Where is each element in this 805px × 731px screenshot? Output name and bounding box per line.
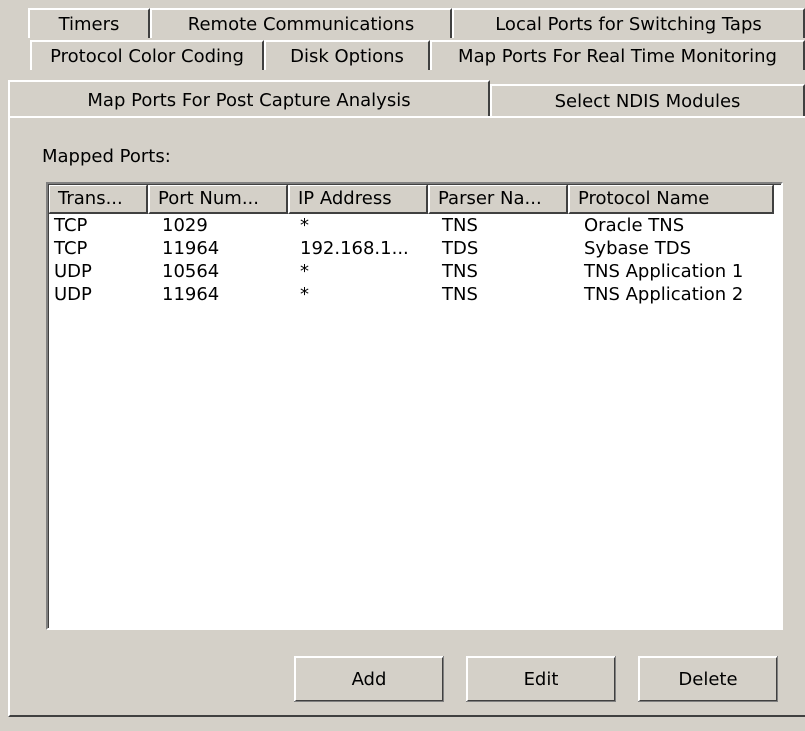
column-header-transport[interactable]: Trans... [48, 184, 148, 214]
column-header-protocol-name[interactable]: Protocol Name [568, 184, 774, 214]
cell-transport: UDP [54, 261, 92, 282]
cell-transport: UDP [54, 284, 92, 305]
cell-ip-address: * [300, 284, 309, 305]
tab-row-2: Protocol Color Coding Disk Options Map P… [0, 40, 805, 70]
tab-row-3: Map Ports For Post Capture Analysis Sele… [0, 80, 805, 118]
delete-button[interactable]: Delete [638, 656, 778, 702]
tab-row-1: Timers Remote Communications Local Ports… [0, 8, 805, 38]
tab-protocol-color-coding[interactable]: Protocol Color Coding [30, 40, 264, 70]
tab-remote-communications[interactable]: Remote Communications [150, 8, 452, 38]
tab-timers[interactable]: Timers [28, 8, 150, 38]
cell-protocol-name: Sybase TDS [584, 238, 691, 259]
cell-protocol-name: TNS Application 1 [584, 261, 744, 282]
cell-parser-name: TNS [442, 261, 478, 282]
cell-protocol-name: TNS Application 2 [584, 284, 744, 305]
mapped-ports-list[interactable]: Trans... Port Num... IP Address Parser N… [46, 182, 783, 630]
cell-parser-name: TNS [442, 215, 478, 236]
cell-protocol-name: Oracle TNS [584, 215, 685, 236]
column-header-parser-name[interactable]: Parser Na... [428, 184, 568, 214]
list-row[interactable]: TCP 1029 * TNS Oracle TNS [48, 214, 781, 237]
cell-port-number: 11964 [162, 238, 220, 259]
cell-ip-address: 192.168.1... [300, 238, 409, 259]
cell-ip-address: * [300, 261, 309, 282]
add-button[interactable]: Add [294, 656, 444, 702]
edit-button[interactable]: Edit [466, 656, 616, 702]
list-header: Trans... Port Num... IP Address Parser N… [48, 184, 781, 214]
cell-port-number: 11964 [162, 284, 220, 305]
list-row[interactable]: UDP 10564 * TNS TNS Application 1 [48, 260, 781, 283]
list-row[interactable]: UDP 11964 * TNS TNS Application 2 [48, 283, 781, 306]
tab-select-ndis-modules[interactable]: Select NDIS Modules [490, 84, 805, 116]
cell-transport: TCP [54, 238, 88, 259]
tab-map-ports-post-capture[interactable]: Map Ports For Post Capture Analysis [8, 80, 490, 118]
column-header-ip-address[interactable]: IP Address [288, 184, 428, 214]
cell-port-number: 1029 [162, 215, 208, 236]
cell-parser-name: TNS [442, 284, 478, 305]
column-header-port-number[interactable]: Port Num... [148, 184, 288, 214]
cell-port-number: 10564 [162, 261, 220, 282]
tab-local-ports-switching-taps[interactable]: Local Ports for Switching Taps [452, 8, 805, 38]
cell-transport: TCP [54, 215, 88, 236]
list-row[interactable]: TCP 11964 192.168.1... TDS Sybase TDS [48, 237, 781, 260]
cell-ip-address: * [300, 215, 309, 236]
tab-disk-options[interactable]: Disk Options [264, 40, 430, 70]
mapped-ports-label: Mapped Ports: [42, 146, 171, 167]
cell-parser-name: TDS [442, 238, 479, 259]
list-rows: TCP 1029 * TNS Oracle TNS TCP 11964 192.… [48, 214, 781, 306]
tab-map-ports-real-time[interactable]: Map Ports For Real Time Monitoring [430, 40, 805, 70]
